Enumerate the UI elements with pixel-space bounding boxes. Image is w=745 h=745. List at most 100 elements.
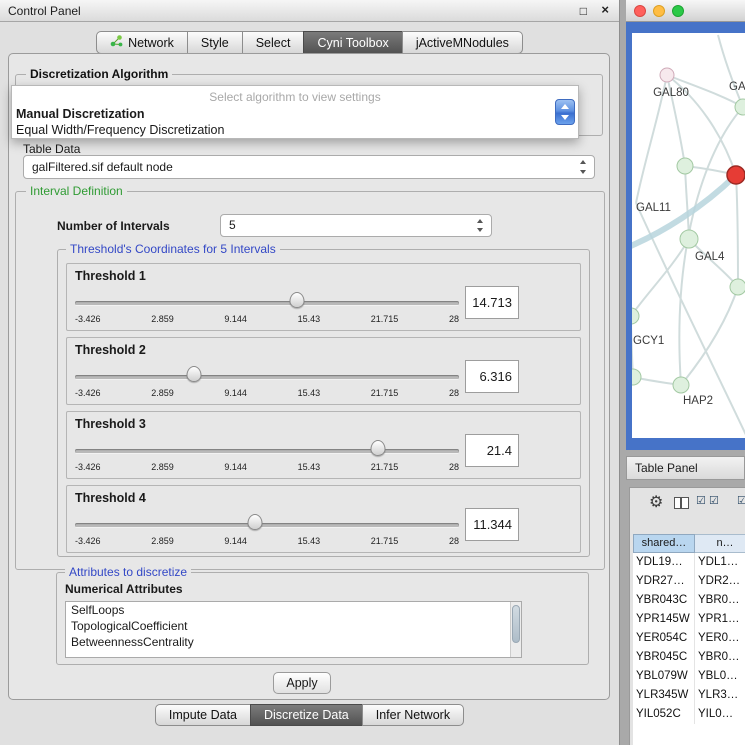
cell-name[interactable]: YDL1…: [695, 553, 745, 572]
dropdown-option-equal-width[interactable]: Equal Width/Frequency Discretization: [16, 123, 224, 137]
scrollbar-thumb[interactable]: [512, 605, 520, 643]
threshold-1-value-input[interactable]: 14.713: [465, 286, 519, 319]
table-row[interactable]: YLR345W YLR3…: [633, 686, 745, 705]
list-item[interactable]: TopologicalCoefficient: [66, 618, 521, 634]
threshold-1-slider[interactable]: -3.4262.8599.14415.4321.71528: [75, 290, 459, 328]
checkbox-icon[interactable]: ☑: [737, 494, 745, 507]
threshold-2-panel: Threshold 2 -3.4262.8599.14415.4321.7152…: [66, 337, 581, 405]
settings-gear-icon[interactable]: ⚙: [649, 492, 663, 512]
threshold-3-slider[interactable]: -3.4262.8599.14415.4321.71528: [75, 438, 459, 476]
checkbox-icon[interactable]: ☑: [696, 494, 706, 507]
table-data-label: Table Data: [23, 142, 80, 156]
cell-name[interactable]: YIL0…: [695, 705, 745, 724]
cell-shared-name[interactable]: YBR043C: [633, 591, 695, 610]
cell-name[interactable]: YBL0…: [695, 667, 745, 686]
column-layout-icon[interactable]: [674, 497, 689, 509]
network-node[interactable]: [632, 369, 641, 385]
checkbox-icon[interactable]: ☑: [709, 494, 719, 507]
threshold-4-value-input[interactable]: 11.344: [465, 508, 519, 541]
table-data-combobox[interactable]: galFiltered.sif default node: [23, 155, 595, 179]
number-of-intervals-combobox[interactable]: 5: [220, 214, 492, 237]
tab-impute-data[interactable]: Impute Data: [155, 704, 251, 726]
table-rows: YDL19… YDL1… YDR27… YDR2… YBR043C YBR0… …: [633, 553, 745, 745]
threshold-2-value-input[interactable]: 6.316: [465, 360, 519, 393]
group-title: Threshold's Coordinates for 5 Intervals: [66, 242, 280, 256]
network-edge: [689, 239, 738, 287]
cell-shared-name[interactable]: YER054C: [633, 629, 695, 648]
threshold-4-slider[interactable]: -3.4262.8599.14415.4321.71528: [75, 512, 459, 550]
cell-shared-name[interactable]: YIL052C: [633, 705, 695, 724]
tab-infer-network[interactable]: Infer Network: [362, 704, 464, 726]
cell-name[interactable]: YBR0…: [695, 648, 745, 667]
cell-name[interactable]: YBR0…: [695, 591, 745, 610]
slider-thumb[interactable]: [289, 292, 304, 308]
cell-shared-name[interactable]: YPR145W: [633, 610, 695, 629]
tab-select[interactable]: Select: [242, 31, 305, 54]
table-row[interactable]: YER054C YER0…: [633, 629, 745, 648]
network-node[interactable]: [660, 68, 674, 82]
tick-label: -3.426: [75, 388, 101, 398]
tab-jactivemodules[interactable]: jActiveMNodules: [402, 31, 523, 54]
slider-track[interactable]: [75, 523, 459, 528]
slider-thumb[interactable]: [187, 366, 202, 382]
column-header-name[interactable]: n…: [695, 534, 745, 553]
tab-discretize-data[interactable]: Discretize Data: [250, 704, 363, 726]
cell-shared-name[interactable]: YBL079W: [633, 667, 695, 686]
tab-cyni-toolbox[interactable]: Cyni Toolbox: [303, 31, 402, 54]
network-node[interactable]: [632, 308, 639, 324]
network-canvas[interactable]: GAL80 GA GAL11 GAL4 GCY1 HAP2: [632, 33, 745, 438]
zoom-button[interactable]: [672, 5, 684, 17]
combobox-stepper-icon[interactable]: [474, 215, 486, 236]
cell-shared-name[interactable]: YBR045C: [633, 648, 695, 667]
slider-thumb[interactable]: [371, 440, 386, 456]
node-label: GAL80: [653, 87, 689, 99]
threshold-2-slider[interactable]: -3.4262.8599.14415.4321.71528: [75, 364, 459, 402]
control-panel-window: Control Panel □ × Network Style Select C…: [0, 0, 620, 745]
table-row[interactable]: YIL052C YIL0…: [633, 705, 745, 724]
cell-name[interactable]: YLR3…: [695, 686, 745, 705]
slider-track[interactable]: [75, 375, 459, 380]
cell-name[interactable]: YDR2…: [695, 572, 745, 591]
column-header-shared-name[interactable]: shared…: [633, 534, 695, 553]
table-row[interactable]: YDR27… YDR2…: [633, 572, 745, 591]
list-item[interactable]: BetweennessCentrality: [66, 634, 521, 650]
attributes-scrollbar[interactable]: [510, 602, 521, 657]
threshold-3-value-input[interactable]: 21.4: [465, 434, 519, 467]
slider-track[interactable]: [75, 301, 459, 306]
numerical-attributes-list[interactable]: SelfLoopsTopologicalCoefficientBetweenne…: [65, 601, 522, 658]
table-row[interactable]: YDL19… YDL1…: [633, 553, 745, 572]
float-window-icon[interactable]: □: [580, 3, 587, 19]
combobox-stepper-icon[interactable]: [555, 99, 575, 125]
threshold-label: Threshold 2: [75, 343, 146, 357]
network-node[interactable]: [673, 377, 689, 393]
cell-shared-name[interactable]: YLR345W: [633, 686, 695, 705]
network-node-selected[interactable]: [727, 166, 745, 184]
cell-shared-name[interactable]: YDL19…: [633, 553, 695, 572]
tick-label: 9.144: [224, 314, 247, 324]
tab-style[interactable]: Style: [187, 31, 243, 54]
tab-network[interactable]: Network: [96, 31, 188, 54]
table-row[interactable]: YBR043C YBR0…: [633, 591, 745, 610]
network-icon: [110, 35, 123, 50]
network-node[interactable]: [680, 230, 698, 248]
tick-label: 9.144: [224, 462, 247, 472]
cell-name[interactable]: YER0…: [695, 629, 745, 648]
tick-label: 2.859: [151, 462, 174, 472]
minimize-button[interactable]: [653, 5, 665, 17]
slider-track[interactable]: [75, 449, 459, 454]
cell-shared-name[interactable]: YDR27…: [633, 572, 695, 591]
table-row[interactable]: YBL079W YBL0…: [633, 667, 745, 686]
combobox-stepper-icon[interactable]: [577, 156, 589, 178]
cell-name[interactable]: YPR1…: [695, 610, 745, 629]
dropdown-option-manual-discretization[interactable]: Manual Discretization: [16, 107, 145, 121]
close-window-icon[interactable]: ×: [601, 2, 609, 18]
table-row[interactable]: YPR145W YPR1…: [633, 610, 745, 629]
table-row[interactable]: YBR045C YBR0…: [633, 648, 745, 667]
network-node[interactable]: [730, 279, 745, 295]
network-node[interactable]: [677, 158, 693, 174]
list-item[interactable]: SelfLoops: [66, 602, 521, 618]
close-button[interactable]: [634, 5, 646, 17]
network-node[interactable]: [735, 99, 745, 115]
slider-thumb[interactable]: [248, 514, 263, 530]
apply-button[interactable]: Apply: [273, 672, 331, 694]
